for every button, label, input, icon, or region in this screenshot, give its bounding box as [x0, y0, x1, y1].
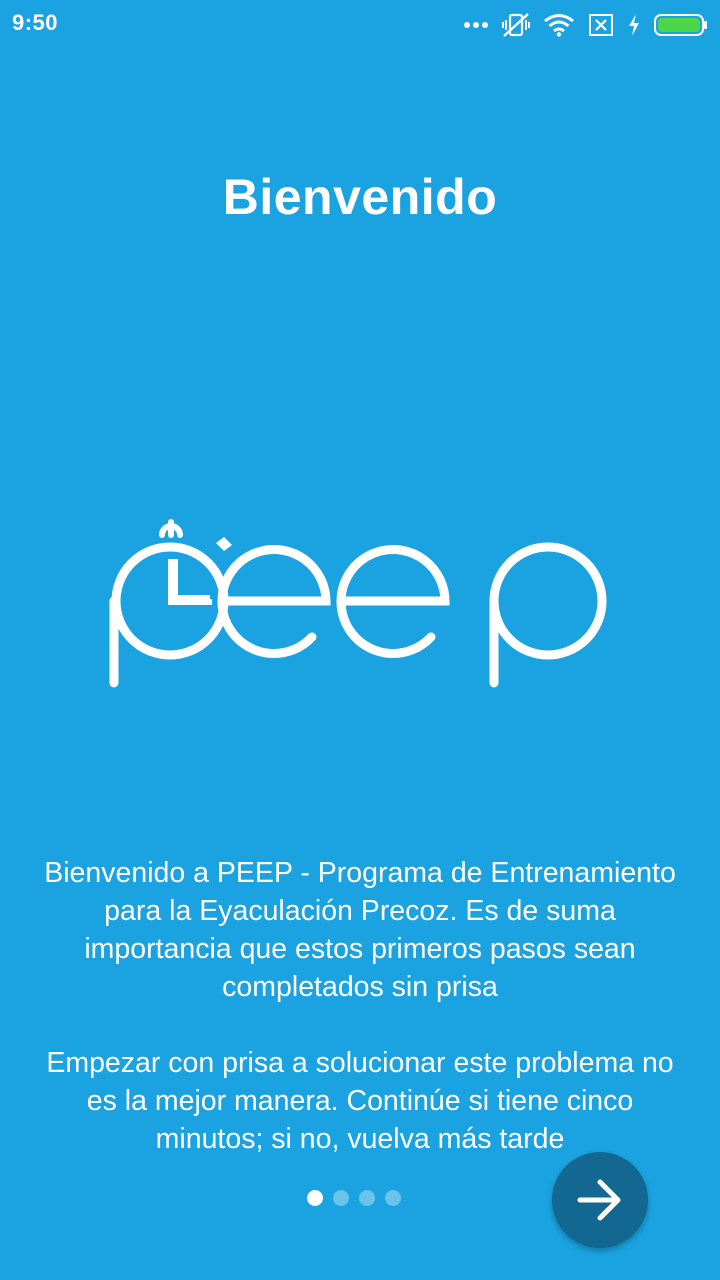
- description-paragraph-1: Bienvenido a PEEP - Programa de Entrenam…: [44, 857, 676, 1003]
- next-button[interactable]: [552, 1152, 648, 1248]
- page-dot-2: [333, 1190, 349, 1206]
- charging-bolt-icon: [629, 14, 639, 36]
- status-bar: 9:50: [0, 0, 720, 50]
- more-dots-icon: [464, 22, 488, 28]
- battery-icon: [654, 14, 707, 36]
- welcome-screen: 9:50 Bienvenido Bienvenido a PEEP - Prog…: [0, 0, 720, 1280]
- vibrate-off-icon: [502, 13, 530, 37]
- status-icons: [464, 8, 708, 42]
- status-time: 9:50: [12, 10, 59, 35]
- no-sim-icon: [589, 14, 613, 36]
- page-dot-4: [385, 1190, 401, 1206]
- page-title: Bienvenido: [222, 169, 498, 225]
- page-indicator: [307, 1190, 401, 1206]
- arrow-right-icon: [577, 1179, 621, 1221]
- description-paragraph-2: Empezar con prisa a solucionar este prob…: [46, 1047, 674, 1154]
- page-dot-3: [359, 1190, 375, 1206]
- wifi-icon: [544, 14, 574, 37]
- welcome-description: Bienvenido a PEEP - Programa de Entrenam…: [30, 854, 690, 1154]
- page-dot-1: [307, 1190, 323, 1206]
- peep-logo: [109, 519, 607, 688]
